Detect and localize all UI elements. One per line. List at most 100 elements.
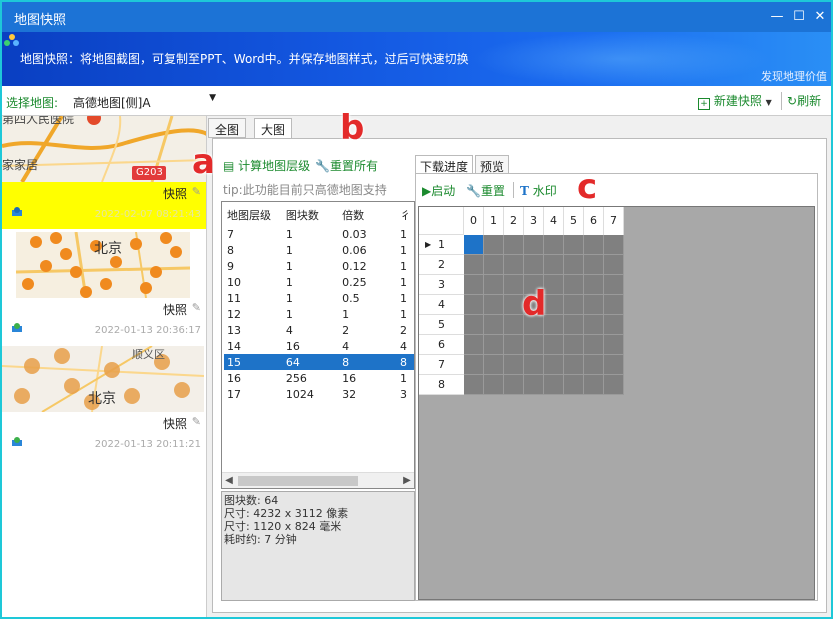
scrollbar-thumb[interactable] [238,476,358,486]
tile-cell[interactable] [604,275,624,295]
tab-large-map[interactable]: 大图 [254,118,293,140]
table-row[interactable]: 12 1 1 1 [224,306,414,322]
tile-cell[interactable] [524,355,544,375]
tile-cell[interactable] [564,335,584,355]
tile-cell[interactable] [484,315,504,335]
start-button[interactable]: ▶启动 [422,182,455,199]
tile-cell[interactable] [524,255,544,275]
table-row[interactable]: 13 4 2 2 [224,322,414,338]
tile-cell[interactable] [464,275,484,295]
table-row[interactable]: 7 1 0.03 1 [224,226,414,242]
tile-cell[interactable] [564,295,584,315]
list-item[interactable]: 顺义区 北京 快照 ✎ 2022-01-13 20:11:21 [2,346,206,459]
tile-cell[interactable] [544,255,564,275]
tile-cell[interactable] [604,255,624,275]
reset-all-button[interactable]: 🔧重置所有 [315,157,378,174]
tile-cell[interactable] [584,235,604,255]
horizontal-scrollbar[interactable]: ◀ ▶ [222,472,414,488]
tile-cell[interactable] [584,375,604,395]
scroll-left-icon[interactable]: ◀ [222,474,236,488]
tile-cell[interactable] [604,235,624,255]
column-header[interactable]: 地图层级 [224,204,283,226]
edit-icon[interactable]: ✎ [192,415,201,428]
tile-cell[interactable] [564,355,584,375]
reset-button[interactable]: 🔧重置 [466,182,505,199]
tile-cell[interactable] [564,315,584,335]
table-row[interactable]: 16 256 16 1 [224,370,414,386]
tile-cell[interactable] [604,355,624,375]
column-header[interactable]: 倍数 [339,204,397,226]
tile-cell[interactable] [604,295,624,315]
tile-cell[interactable] [604,335,624,355]
map-select[interactable]: 高德地图[侧]A ▼ [70,91,218,111]
tile-cell[interactable] [504,235,524,255]
tile-cell[interactable] [604,375,624,395]
tile-cell[interactable] [584,315,604,335]
tile-cell[interactable] [564,375,584,395]
tile-cell[interactable] [584,255,604,275]
tile-cell[interactable] [484,375,504,395]
list-item[interactable]: 北京 快照 ✎ 2022-01-13 20:36:17 [2,232,206,345]
tab-preview[interactable]: 预览 [475,155,510,175]
tile-cell[interactable] [504,275,524,295]
calc-levels-button[interactable]: ▤ 计算地图层级 [223,157,310,174]
tile-cell[interactable] [524,235,544,255]
tile-cell[interactable] [564,255,584,275]
tile-cell[interactable] [484,275,504,295]
tile-cell[interactable] [564,275,584,295]
maximize-icon[interactable]: ☐ [788,6,810,28]
minimize-icon[interactable]: — [766,6,788,28]
tile-cell[interactable] [504,375,524,395]
table-row[interactable]: 10 1 0.25 1 [224,274,414,290]
table-row[interactable]: 15 64 8 8 [224,354,414,370]
tile-cell[interactable] [464,335,484,355]
tile-cell[interactable] [544,355,564,375]
tile-cell[interactable] [504,355,524,375]
tile-cell[interactable] [544,235,564,255]
tile-cell[interactable] [544,335,564,355]
table-row[interactable]: 17 1024 32 3 [224,386,414,402]
tile-cell[interactable] [544,275,564,295]
level-table[interactable]: 地图层级 图块数 倍数 彳 7 1 0.03 1 8 1 0.06 1 9 1 0.12 1 10 1 0.… [221,201,415,489]
edit-icon[interactable]: ✎ [192,185,201,198]
tile-cell[interactable] [604,315,624,335]
tile-cell[interactable] [484,235,504,255]
tile-cell[interactable] [464,355,484,375]
tile-cell[interactable] [464,255,484,275]
column-header[interactable]: 彳 [397,204,414,226]
tile-cell[interactable] [544,315,564,335]
tile-cell[interactable] [484,255,504,275]
tile-cell[interactable] [504,295,524,315]
column-header[interactable]: 图块数 [283,204,339,226]
table-row[interactable]: 9 1 0.12 1 [224,258,414,274]
tile-cell[interactable] [584,275,604,295]
new-snapshot-button[interactable]: + 新建快照 ▼ [698,92,772,110]
tile-cell[interactable] [544,295,564,315]
tile-cell[interactable] [544,375,564,395]
tile-cell[interactable] [464,315,484,335]
tile-cell[interactable] [504,315,524,335]
scroll-right-icon[interactable]: ▶ [400,474,414,488]
tile-cell[interactable] [464,295,484,315]
tile-cell[interactable] [504,335,524,355]
tile-cell[interactable] [484,295,504,315]
tile-cell[interactable] [584,295,604,315]
tile-cell[interactable] [484,355,504,375]
tile-cell[interactable] [564,235,584,255]
table-row[interactable]: 8 1 0.06 1 [224,242,414,258]
tab-full-map[interactable]: 全图 [208,118,247,138]
tile-cell[interactable] [524,375,544,395]
list-item[interactable]: 第四人民医院 家家居 G203 快照 ✎ 2022-02-07 08:21:43 [2,116,206,229]
edit-icon[interactable]: ✎ [192,301,201,314]
snapshot-list[interactable]: 第四人民医院 家家居 G203 快照 ✎ 2022-02-07 08:21:43 [2,116,207,617]
tile-cell[interactable] [584,335,604,355]
tile-cell[interactable] [484,335,504,355]
table-row[interactable]: 11 1 0.5 1 [224,290,414,306]
tile-cell[interactable] [584,355,604,375]
tile-cell[interactable] [464,235,484,255]
tile-cell[interactable] [464,375,484,395]
tile-cell[interactable] [524,335,544,355]
close-icon[interactable]: ✕ [809,6,831,28]
refresh-button[interactable]: ↻刷新 [787,92,821,109]
watermark-button[interactable]: T 水印 [520,182,557,199]
